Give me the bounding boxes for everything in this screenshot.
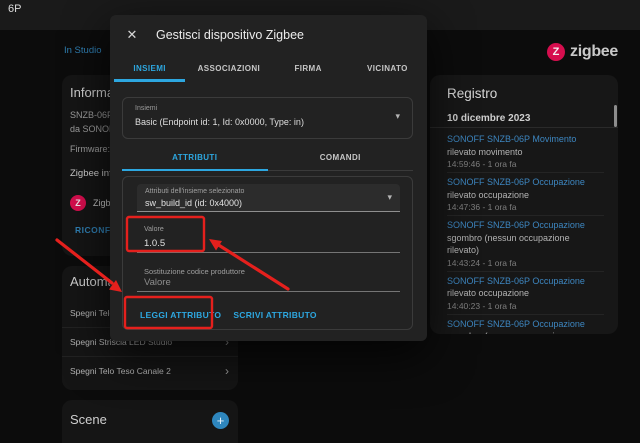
chevron-down-icon: ▾ [395, 111, 400, 121]
cluster-subtabs: ATTRIBUTI COMANDI [122, 145, 413, 171]
attribute-select[interactable]: Attributi dell'insieme selezionato sw_bu… [137, 184, 400, 212]
logbook-action-text: rilevato occupazione [447, 288, 530, 298]
manufacturer-override-input[interactable] [144, 277, 384, 288]
attribute-actions: LEGGI ATTRIBUTO SCRIVI ATTRIBUTO [140, 306, 317, 324]
add-scene-button[interactable]: + [212, 412, 229, 429]
tab-comandi[interactable]: COMANDI [268, 145, 414, 170]
cluster-select[interactable]: Insiemi Basic (Endpoint id: 1, Id: 0x000… [122, 97, 413, 139]
close-icon[interactable]: ✕ [124, 27, 140, 43]
device-model: SNZB-06P [70, 110, 114, 120]
logbook-action-text: sgombro (nessun occupazione rilevato) [447, 232, 570, 256]
tab-firma[interactable]: FIRMA [269, 55, 348, 82]
zigbee-icon: Z [70, 195, 86, 211]
logbook-action-text: rilevato occupazione [447, 189, 530, 200]
tab-associazioni[interactable]: ASSOCIAZIONI [189, 55, 268, 82]
logbook-timestamp: 14:47:36 - 1 ora fa [447, 202, 517, 212]
tab-vicinato[interactable]: VICINATO [348, 55, 427, 82]
device-firmware: Firmware: ( [70, 144, 116, 154]
logbook-entry: SONOFF SNZB-06P Occupazione rilevato occ… [447, 272, 604, 315]
divider [430, 127, 618, 128]
tab-in-studio[interactable]: In Studio [64, 45, 102, 56]
scrollbar-thumb[interactable] [614, 105, 617, 127]
manufacturer-override-label: Sostituzione codice produttore [144, 267, 245, 276]
tab-insiemi[interactable]: INSIEMI [110, 55, 189, 82]
zigbee-device-dialog: ✕ Gestisci dispositivo Zigbee INSIEMI AS… [110, 15, 427, 341]
logbook-action-text: sgombro (nessun occupazione rilevato) [447, 331, 570, 334]
tab-attributi[interactable]: ATTRIBUTI [122, 145, 268, 171]
logbook-timestamp: 14:43:24 - 1 ora fa [447, 257, 517, 268]
logbook-title: Registro [447, 86, 498, 101]
dialog-title: Gestisci dispositivo Zigbee [156, 28, 304, 42]
attribute-select-value: sw_build_id (id: 0x4000) [145, 198, 243, 208]
zigbee-logo: Z zigbee [547, 43, 618, 61]
logbook-entity-link[interactable]: SONOFF SNZB-06P Occupazione [447, 177, 585, 187]
attribute-panel: Attributi dell'insieme selezionato sw_bu… [122, 176, 413, 330]
logbook-entity-link[interactable]: SONOFF SNZB-06P Movimento [447, 134, 576, 144]
chevron-right-icon: › [225, 364, 229, 378]
cluster-select-value: Basic (Endpoint id: 1, Id: 0x0000, Type:… [135, 117, 304, 127]
logbook-card: Registro 10 dicembre 2023 SONOFF SNZB-06… [430, 75, 618, 334]
automation-label: Spegni Telo Teso Canale 2 [70, 366, 171, 376]
logbook-entity-link[interactable]: SONOFF SNZB-06P Occupazione [447, 319, 585, 329]
dialog-tabs: INSIEMI ASSOCIAZIONI FIRMA VICINATO [110, 55, 427, 82]
logbook-entry: SONOFF SNZB-06P Movimento rilevato movim… [447, 130, 604, 173]
scenes-card: Scene + [62, 400, 238, 443]
logbook-date-header: 10 dicembre 2023 [447, 113, 531, 124]
value-field-label: Valore [144, 226, 164, 233]
manufacturer-override-field: Sostituzione codice produttore [137, 263, 400, 292]
attribute-select-label: Attributi dell'insieme selezionato [145, 188, 245, 195]
write-attribute-button[interactable]: SCRIVI ATTRIBUTO [233, 306, 317, 324]
logbook-timestamp: 14:59:46 - 1 ora fa [447, 159, 517, 169]
logbook-list: SONOFF SNZB-06P Movimento rilevato movim… [447, 130, 604, 334]
logbook-entry: SONOFF SNZB-06P Occupazione sgombro (nes… [447, 315, 604, 335]
automation-label: Spegni Telo [70, 307, 115, 318]
value-field[interactable]: Valore 1.0.5 [137, 221, 400, 253]
screen: 6P In Studio Informazioni SNZB-06P da SO… [0, 0, 640, 443]
logbook-action-text: rilevato movimento [447, 146, 523, 157]
plus-icon: + [216, 412, 225, 428]
chevron-down-icon: ▾ [387, 192, 392, 202]
scenes-card-title: Scene [70, 412, 107, 427]
zigbee-brand-name: zigbee [570, 43, 618, 60]
logbook-entry: SONOFF SNZB-06P Occupazione sgombro (nes… [447, 216, 604, 272]
logbook-entity-link[interactable]: SONOFF SNZB-06P Occupazione [447, 276, 585, 286]
automation-row[interactable]: Spegni Telo Teso Canale 2 › [62, 356, 238, 385]
value-field-value: 1.0.5 [144, 238, 166, 249]
read-attribute-button[interactable]: LEGGI ATTRIBUTO [140, 306, 221, 324]
logbook-entry: SONOFF SNZB-06P Occupazione rilevato occ… [447, 173, 604, 216]
logbook-entity-link[interactable]: SONOFF SNZB-06P Occupazione [447, 220, 585, 230]
cluster-select-label: Insiemi [135, 105, 158, 112]
page-title: 6P [8, 3, 22, 15]
zigbee-brand-icon: Z [547, 43, 565, 61]
dialog-header: ✕ Gestisci dispositivo Zigbee [110, 15, 427, 55]
logbook-timestamp: 14:40:23 - 1 ora fa [447, 300, 517, 311]
